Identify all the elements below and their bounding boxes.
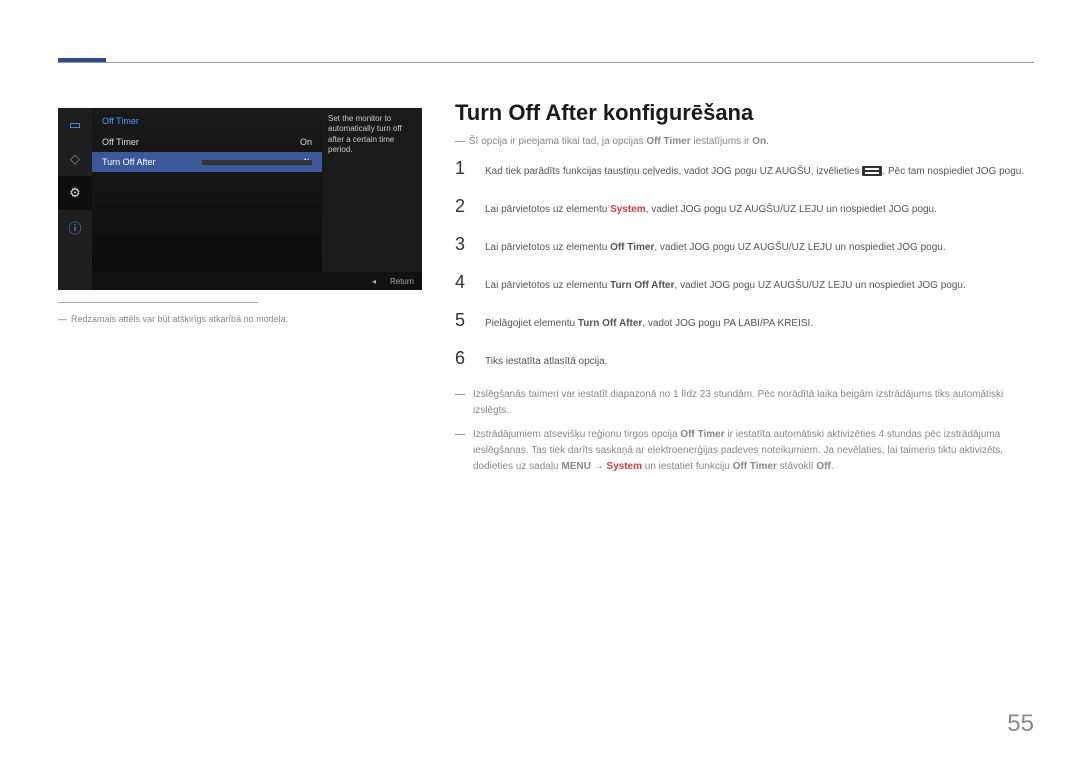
info-icon: ⓘ <box>58 210 92 244</box>
step-number: 2 <box>455 197 471 215</box>
page-title: Turn Off After konfigurēšana <box>455 100 1034 126</box>
gear-icon: ⚙ <box>58 176 92 210</box>
osd-description: Set the monitor to automatically turn of… <box>322 108 422 290</box>
dash-icon: ― <box>455 136 465 147</box>
page-number: 55 <box>1007 710 1034 738</box>
note-text: Izslēgšanās taimeri var iestatīt diapazo… <box>473 387 1034 419</box>
step-text: Lai pārvietotos uz elementu System, vadi… <box>485 202 937 217</box>
image-caption: ― Redzamais attēls var būt atšķirīgs atka… <box>58 314 288 324</box>
intro-bold2: On <box>752 136 766 147</box>
osd-footer: ◂ Return <box>92 272 422 290</box>
step-number: 3 <box>455 235 471 253</box>
options-icon: ◇ <box>58 142 92 176</box>
step-1: 1 Kad tiek parādīts funkcijas taustiņu c… <box>455 159 1034 179</box>
caption-text: Redzamais attēls var būt atšķirīgs atkar… <box>71 314 288 324</box>
step-text: Lai pārvietotos uz elementu Turn Off Aft… <box>485 278 966 293</box>
step-text: Kad tiek parādīts funkcijas taustiņu ceļ… <box>485 164 1024 179</box>
intro-bold1: Off Timer <box>646 136 690 147</box>
step-4: 4 Lai pārvietotos uz elementu Turn Off A… <box>455 273 1034 293</box>
intro-text: Šī opcija ir pieejama tikai tad, ja opci… <box>469 136 646 147</box>
menu-icon <box>862 166 882 176</box>
step-text: Tiks iestatīta atlasītā opcija. <box>485 354 607 369</box>
dash-icon: ― <box>455 387 465 419</box>
menu-label: Turn Off After <box>102 157 156 167</box>
intro-note: ― Šī opcija ir pieejama tikai tad, ja opc… <box>455 134 1034 149</box>
monitor-osd-preview: ▭ ◇ ⚙ ⓘ Off Timer Off Timer On Turn Off … <box>58 108 422 290</box>
dash-icon: ― <box>58 314 67 324</box>
osd-header: Off Timer <box>92 108 322 132</box>
footer-note-1: ― Izslēgšanās taimeri var iestatīt diapa… <box>455 387 1034 419</box>
step-number: 4 <box>455 273 471 291</box>
intro-post: . <box>766 136 769 147</box>
step-6: 6 Tiks iestatīta atlasītā opcija. <box>455 349 1034 369</box>
menu-row-off-timer[interactable]: Off Timer On <box>92 132 322 152</box>
step-text: Lai pārvietotos uz elementu Off Timer, v… <box>485 240 946 255</box>
slider-track[interactable] <box>202 160 312 165</box>
osd-sidebar: ▭ ◇ ⚙ ⓘ <box>58 108 92 290</box>
monitor-icon: ▭ <box>58 108 92 142</box>
step-2: 2 Lai pārvietotos uz elementu System, va… <box>455 197 1034 217</box>
dash-icon: ― <box>455 427 465 475</box>
step-number: 5 <box>455 311 471 329</box>
header-rule <box>58 62 1034 63</box>
step-number: 1 <box>455 159 471 177</box>
step-5: 5 Pielāgojiet elementu Turn Off After, v… <box>455 311 1034 331</box>
step-3: 3 Lai pārvietotos uz elementu Off Timer,… <box>455 235 1034 255</box>
menu-value: On <box>300 137 312 147</box>
step-text: Pielāgojiet elementu Turn Off After, vad… <box>485 316 813 331</box>
menu-row-turn-off-after[interactable]: Turn Off After 4h <box>92 152 322 172</box>
note-text: Izstrādājumiem atsevišķu reģionu tirgos … <box>473 427 1034 475</box>
main-content: Turn Off After konfigurēšana ― Šī opcija … <box>455 100 1034 483</box>
return-label[interactable]: Return <box>390 277 414 286</box>
caption-separator <box>58 302 258 303</box>
step-number: 6 <box>455 349 471 367</box>
menu-label: Off Timer <box>102 137 139 147</box>
osd-main: Off Timer Off Timer On Turn Off After 4h <box>92 108 322 290</box>
back-arrow-icon[interactable]: ◂ <box>372 277 376 286</box>
footer-note-2: ― Izstrādājumiem atsevišķu reģionu tirgo… <box>455 427 1034 475</box>
intro-mid: iestatījums ir <box>691 136 753 147</box>
